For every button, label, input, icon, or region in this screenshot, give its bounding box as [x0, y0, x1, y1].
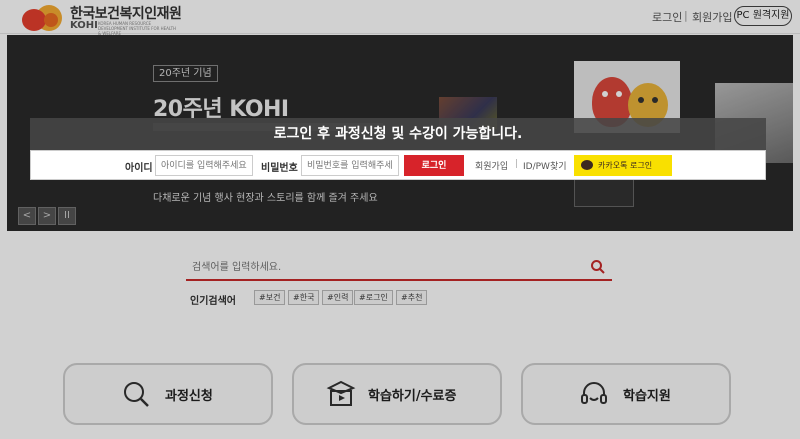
kakao-talk-icon: [581, 160, 593, 170]
popular-tag[interactable]: #인력: [322, 290, 354, 305]
popular-tag[interactable]: #한국: [288, 290, 320, 305]
quick-menu-label: 학습하기/수료증: [368, 389, 457, 404]
pc-remote-support-button[interactable]: PC 원격지원: [734, 6, 792, 26]
search-box: [186, 254, 612, 281]
quick-menu-label: 학습지원: [623, 389, 671, 404]
headset-icon: [581, 382, 607, 404]
hero-next-button[interactable]: >: [38, 207, 56, 225]
kakao-login-button[interactable]: 카카오톡 로그인: [574, 155, 672, 176]
popular-tag[interactable]: #보건: [254, 290, 286, 305]
brand-name-en: KOHI: [70, 20, 98, 31]
login-required-banner: 로그인 후 과정신청 및 수강이 가능합니다.: [30, 118, 766, 150]
password-input[interactable]: [301, 155, 399, 176]
quick-menu-apply-course[interactable]: 과정신청: [63, 363, 273, 425]
search-input[interactable]: [186, 256, 576, 278]
quick-menu-learning-support[interactable]: 학습지원: [521, 363, 731, 425]
site-header: 한국보건복지인재원 KOHI KOREA HUMAN RESOURCE DEVE…: [0, 0, 800, 36]
quick-menu-study-certificate[interactable]: 학습하기/수료증: [292, 363, 502, 425]
kakao-login-label: 카카오톡 로그인: [598, 161, 653, 170]
login-button[interactable]: 로그인: [404, 155, 464, 176]
hero-prev-button[interactable]: <: [18, 207, 36, 225]
hero-tag: 20주년 기념: [153, 65, 218, 82]
quick-login-bar: 아이디 비밀번호 로그인 회원가입 | ID/PW찾기 카카오톡 로그인: [30, 150, 766, 180]
study-icon: [326, 380, 356, 406]
kohi-logo-icon[interactable]: [20, 3, 68, 33]
popular-tag[interactable]: #로그인: [354, 290, 393, 305]
search-icon: [124, 382, 149, 407]
hero-thumbnail-small[interactable]: [574, 177, 634, 207]
find-id-password-link[interactable]: ID/PW찾기: [523, 159, 567, 172]
id-label: 아이디: [125, 163, 153, 174]
header-signup-link[interactable]: 회원가입: [692, 9, 732, 25]
brand-name-en-sub: KOREA HUMAN RESOURCE DEVELOPMENT INSTITU…: [98, 21, 177, 36]
id-input[interactable]: [155, 155, 253, 176]
password-label: 비밀번호: [261, 163, 298, 174]
hero-pause-button[interactable]: II: [58, 207, 76, 225]
link-separator: |: [515, 159, 519, 169]
quick-menu-label: 과정신청: [165, 389, 213, 404]
signup-link[interactable]: 회원가입: [475, 159, 508, 172]
header-separator: |: [684, 9, 688, 22]
hero-description: 다채로운 기념 행사 현장과 스토리를 함께 즐겨 주세요: [153, 193, 378, 204]
search-icon[interactable]: [590, 259, 606, 275]
popular-keywords-label: 인기검색어: [190, 296, 236, 307]
popular-tag[interactable]: #추천: [396, 290, 428, 305]
header-login-link[interactable]: 로그인: [652, 9, 682, 25]
